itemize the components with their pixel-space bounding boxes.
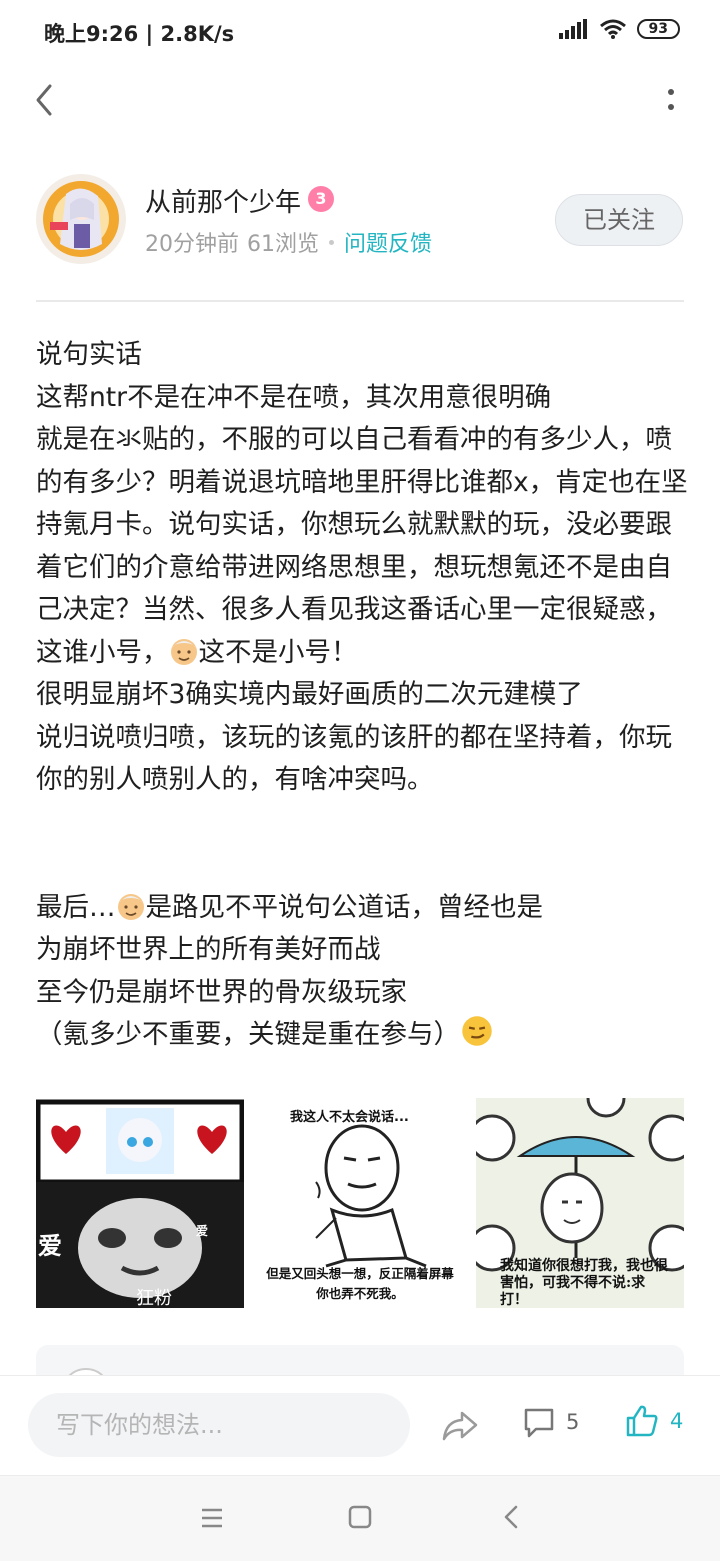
author-avatar[interactable] bbox=[36, 174, 126, 264]
status-time: 晚上9:26 | 2.8K/s bbox=[44, 22, 235, 46]
elder-emoji-icon bbox=[117, 893, 144, 920]
meme-text: 狂粉 bbox=[136, 1288, 172, 1308]
like-button[interactable]: 4 bbox=[624, 1403, 683, 1439]
back-button[interactable] bbox=[26, 80, 66, 120]
nav-home-button[interactable] bbox=[346, 1503, 374, 1531]
signal-icon bbox=[558, 19, 587, 39]
level-badge-icon: 3 bbox=[308, 186, 334, 212]
meme-text: 爱 bbox=[38, 1232, 62, 1260]
comments-button[interactable]: 5 bbox=[522, 1405, 579, 1439]
elder-emoji-icon bbox=[170, 638, 197, 665]
smirk-emoji-icon bbox=[462, 1016, 492, 1046]
post-line: 说归说喷归喷，该玩的该氪的该肝的都在坚持着，你玩你的别人喷别人的，有啥冲突吗。 bbox=[36, 721, 672, 796]
post-time: 20分钟前 bbox=[145, 232, 239, 257]
separator-dot bbox=[329, 239, 334, 245]
post-paragraph: （氪多少不重要，关键是重在参与） bbox=[36, 1014, 692, 1057]
thumbs-up-icon bbox=[626, 1405, 658, 1437]
post-text: （氪多少不重要，关键是重在参与） bbox=[36, 1019, 460, 1050]
comment-count: 5 bbox=[566, 1410, 580, 1434]
post-line: 为崩坏世界上的所有美好而战 bbox=[36, 934, 381, 965]
meme-image-1[interactable]: 爱 爱 狂粉 bbox=[36, 1098, 244, 1308]
post-text: 最后… bbox=[36, 891, 116, 923]
battery-indicator: 93 bbox=[636, 19, 680, 39]
post-paragraph: 就是在氺贴的，不服的可以自己看看冲的有多少人，喷的有多少？明着说退坑暗地里肝得比… bbox=[36, 419, 692, 674]
more-icon bbox=[668, 89, 674, 110]
back-arrow-icon bbox=[36, 84, 52, 116]
comment-icon bbox=[524, 1408, 554, 1438]
share-icon bbox=[442, 1411, 478, 1441]
nav-back-button[interactable] bbox=[500, 1503, 524, 1531]
post-line: 至今仍是崩坏世界的骨灰级玩家 bbox=[36, 976, 407, 1008]
more-button[interactable] bbox=[656, 82, 686, 118]
post-text: 是路见不平说句公道话，曾经也是 bbox=[145, 891, 544, 923]
nav-back-icon bbox=[504, 1505, 518, 1529]
share-button[interactable] bbox=[440, 1405, 480, 1445]
post-meta: 20分钟前 61浏览 问题反馈 bbox=[145, 226, 432, 258]
status-icons: 93 bbox=[558, 18, 680, 40]
nav-menu-icon bbox=[202, 1508, 222, 1528]
author-name[interactable]: 从前那个少年 bbox=[145, 182, 301, 219]
nav-menu-button[interactable] bbox=[198, 1504, 226, 1532]
wifi-icon bbox=[599, 19, 626, 39]
avatar-image bbox=[36, 174, 126, 264]
comment-input[interactable] bbox=[28, 1393, 410, 1457]
post-line: 说句实话 bbox=[36, 339, 142, 370]
view-count: 61浏览 bbox=[247, 232, 319, 257]
meme-image-3[interactable]: 我知道你很想打我，我也很害怕，可我不得不说:求 打！ bbox=[476, 1098, 684, 1308]
post-paragraph: 最后… 是路见不平说句公道话，曾经也是 bbox=[36, 887, 692, 930]
nav-home-icon bbox=[348, 1505, 372, 1529]
meme-graphic bbox=[36, 1099, 244, 1308]
divider bbox=[36, 300, 684, 302]
image-grid: 爱 爱 狂粉 我这人不太会说话... 但是又回头想一想，反正隔着屏幕你也弄不死我… bbox=[36, 1098, 684, 1308]
category-link[interactable]: 问题反馈 bbox=[344, 226, 432, 258]
follow-button[interactable]: 已关注 bbox=[555, 194, 683, 246]
post-content: 说句实话 这帮ntr不是在冲不是在喷，其次用意很明确 就是在氺贴的，不服的可以自… bbox=[36, 334, 692, 1057]
meme-text: 但是又回头想一想，反正隔着屏幕你也弄不死我。 bbox=[266, 1266, 454, 1301]
post-line: 很明显崩坏3确实境内最好画质的二次元建模了 bbox=[36, 679, 583, 710]
post-text: 就是在氺贴的，不服的可以自己看看冲的有多少人，喷的有多少？明着说退坑暗地里肝得比… bbox=[36, 424, 688, 668]
post-line: 这帮ntr不是在冲不是在喷，其次用意很明确 bbox=[36, 381, 552, 413]
meme-image-2[interactable]: 我这人不太会说话... 但是又回头想一想，反正隔着屏幕你也弄不死我。 bbox=[256, 1098, 464, 1308]
meme-text: 我知道你很想打我，我也很害怕，可我不得不说:求 打！ bbox=[500, 1258, 668, 1308]
meme-text: 爱 bbox=[196, 1224, 209, 1238]
like-count: 4 bbox=[670, 1409, 684, 1433]
post-text: 这不是小号！ bbox=[198, 636, 358, 668]
